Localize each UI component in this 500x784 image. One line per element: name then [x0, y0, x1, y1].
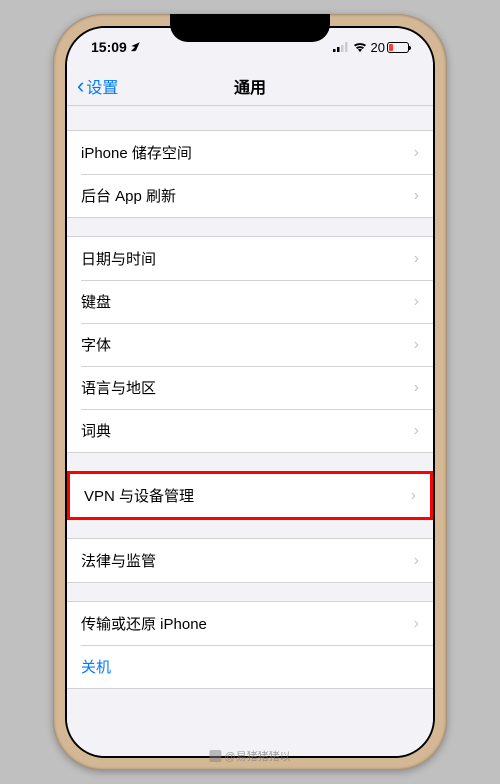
chevron-right-icon: ›: [414, 187, 419, 205]
phone-screen: 15:09 20: [65, 26, 435, 758]
row-label: 关机: [81, 656, 111, 677]
chevron-right-icon: ›: [414, 250, 419, 268]
row-background-app-refresh[interactable]: 后台 App 刷新 ›: [67, 174, 433, 217]
battery-icon: [387, 42, 409, 53]
chevron-right-icon: ›: [411, 487, 416, 505]
row-legal-regulatory[interactable]: 法律与监管 ›: [67, 539, 433, 582]
status-left: 15:09: [91, 39, 141, 55]
row-shutdown[interactable]: 关机: [67, 645, 433, 688]
back-button[interactable]: ‹ 设置: [67, 74, 118, 98]
row-language-region[interactable]: 语言与地区 ›: [67, 366, 433, 409]
chevron-right-icon: ›: [414, 144, 419, 162]
status-time: 15:09: [91, 39, 127, 55]
row-label: iPhone 储存空间: [81, 142, 192, 163]
watermark-text: @易猪猪猪以: [224, 748, 290, 764]
phone-frame: 15:09 20: [53, 14, 447, 770]
row-label: 传输或还原 iPhone: [81, 613, 207, 634]
row-label: 键盘: [81, 291, 111, 312]
settings-group-storage: iPhone 储存空间 › 后台 App 刷新 ›: [67, 130, 433, 218]
row-dictionary[interactable]: 词典 ›: [67, 409, 433, 452]
content-scroll[interactable]: iPhone 储存空间 › 后台 App 刷新 › 日期与时间 › 键盘 ›: [67, 106, 433, 756]
watermark: @易猪猪猪以: [209, 748, 290, 764]
chevron-left-icon: ‹: [77, 75, 84, 97]
chevron-right-icon: ›: [414, 552, 419, 570]
row-label: 语言与地区: [81, 377, 156, 398]
chevron-right-icon: ›: [414, 379, 419, 397]
row-keyboard[interactable]: 键盘 ›: [67, 280, 433, 323]
row-label: 法律与监管: [81, 550, 156, 571]
settings-group-input: 日期与时间 › 键盘 › 字体 › 语言与地区 › 词典 ›: [67, 236, 433, 453]
battery-fill: [389, 44, 393, 51]
settings-group-reset: 传输或还原 iPhone › 关机: [67, 601, 433, 689]
row-label: VPN 与设备管理: [84, 485, 194, 506]
back-label: 设置: [86, 74, 118, 98]
nav-bar: ‹ 设置 通用: [67, 66, 433, 106]
chevron-right-icon: ›: [414, 615, 419, 633]
signal-icon: [333, 42, 349, 52]
watermark-icon: [209, 750, 221, 762]
row-label: 字体: [81, 334, 111, 355]
row-iphone-storage[interactable]: iPhone 储存空间 ›: [67, 131, 433, 174]
settings-group-legal: 法律与监管 ›: [67, 538, 433, 583]
row-label: 日期与时间: [81, 248, 156, 269]
row-label: 词典: [81, 420, 111, 441]
chevron-right-icon: ›: [414, 422, 419, 440]
row-label: 后台 App 刷新: [81, 185, 176, 206]
row-transfer-reset[interactable]: 传输或还原 iPhone ›: [67, 602, 433, 645]
chevron-right-icon: ›: [414, 293, 419, 311]
battery-percent: 20: [371, 40, 385, 55]
row-vpn-device-management[interactable]: VPN 与设备管理 ›: [70, 474, 430, 517]
location-icon: [130, 39, 141, 55]
row-date-time[interactable]: 日期与时间 ›: [67, 237, 433, 280]
wifi-icon: [353, 42, 367, 52]
status-right: 20: [333, 40, 409, 55]
row-fonts[interactable]: 字体 ›: [67, 323, 433, 366]
battery-indicator: 20: [371, 40, 409, 55]
notch: [170, 14, 330, 42]
chevron-right-icon: ›: [414, 336, 419, 354]
settings-group-vpn-highlighted: VPN 与设备管理 ›: [67, 471, 433, 520]
page-title: 通用: [234, 74, 266, 98]
